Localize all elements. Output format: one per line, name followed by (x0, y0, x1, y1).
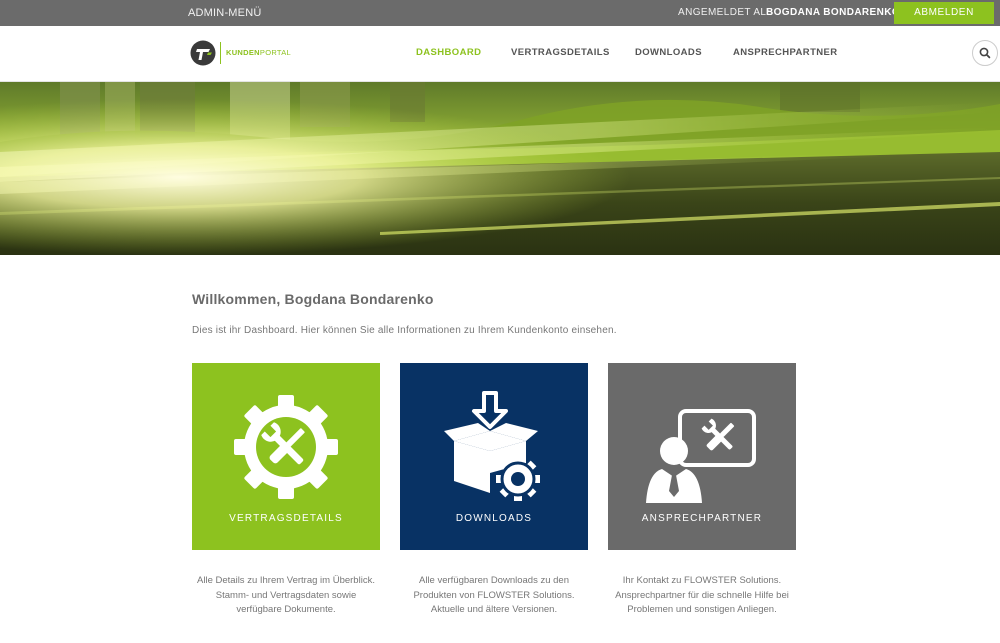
box-download-icon (444, 391, 540, 501)
logo-text: KUNDENPORTAL (226, 48, 291, 57)
description-line: Alle Details zu Ihrem Vertrag im Überbli… (197, 575, 375, 586)
hero-image (0, 82, 1000, 255)
tile-label: VERTRAGSDETAILS (229, 513, 343, 524)
tile-vertragsdetails[interactable]: VERTRAGSDETAILS (192, 363, 380, 550)
site-header: KUNDENPORTAL DASHBOARD VERTRAGSDETAILS D… (0, 26, 1000, 82)
admin-bar: ADMIN-MENÜ ANGEMELDET ALS BOGDANA BONDAR… (0, 0, 1000, 26)
logo-text-bold: KUNDEN (226, 48, 260, 57)
logged-in-label: ANGEMELDET ALS (678, 7, 774, 18)
logout-button[interactable]: ABMELDEN (894, 2, 994, 24)
tile-label: DOWNLOADS (455, 513, 533, 524)
search-icon (979, 47, 991, 59)
tile-description-downloads: Alle verfügbaren Downloads zu den Produk… (400, 574, 588, 618)
logo-separator (220, 42, 221, 64)
description-line: Stamm- und Vertragsdaten sowie verfügbar… (215, 589, 357, 616)
logged-in-user: BOGDANA BONDARENKO (766, 7, 901, 18)
nav-dashboard[interactable]: DASHBOARD (416, 47, 481, 58)
description-line: Ansprechpartner für die schnelle Hilfe b… (615, 589, 789, 616)
intro-text: Dies ist ihr Dashboard. Hier können Sie … (192, 325, 617, 336)
search-button[interactable] (972, 40, 998, 66)
gear-tools-icon (234, 395, 338, 499)
tile-ansprechpartner[interactable]: ANSPRECHPARTNER (608, 363, 796, 550)
description-line: Aktuelle und ältere Versionen. (430, 604, 558, 615)
nav-downloads[interactable]: DOWNLOADS (635, 47, 702, 58)
nav-ansprechpartner[interactable]: ANSPRECHPARTNER (733, 47, 838, 58)
description-line: Ihr Kontakt zu FLOWSTER Solutions. (622, 575, 782, 586)
nav-vertragsdetails[interactable]: VERTRAGSDETAILS (511, 47, 610, 58)
support-person-icon (646, 409, 756, 503)
tile-downloads[interactable]: DOWNLOADS (400, 363, 588, 550)
tile-description-vertragsdetails: Alle Details zu Ihrem Vertrag im Überbli… (192, 574, 380, 618)
logo-text-light: PORTAL (259, 48, 292, 57)
tile-description-ansprechpartner: Ihr Kontakt zu FLOWSTER Solutions. Anspr… (608, 574, 796, 618)
admin-menu-link[interactable]: ADMIN-MENÜ (188, 7, 262, 19)
description-line: Alle verfügbaren Downloads zu den Produk… (413, 575, 575, 601)
page-title: Willkommen, Bogdana Bondarenko (192, 291, 434, 307)
logo-mark-icon (190, 40, 216, 66)
logo[interactable]: KUNDENPORTAL (190, 40, 300, 68)
tile-label: ANSPRECHPARTNER (641, 513, 763, 524)
hero-banner (0, 82, 1000, 255)
